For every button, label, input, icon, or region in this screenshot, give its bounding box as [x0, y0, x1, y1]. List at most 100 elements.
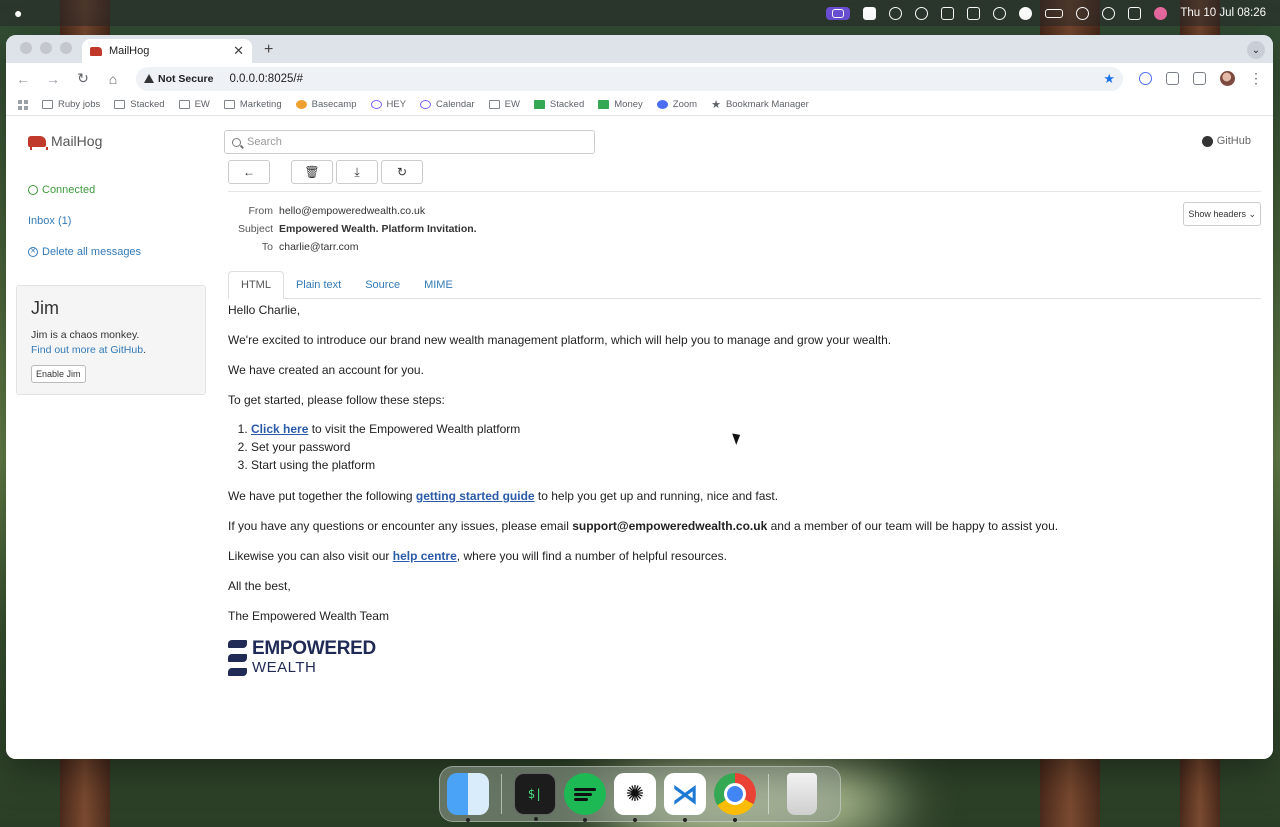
bookmark-stacked-2[interactable]: Stacked [533, 99, 585, 110]
menu-clock[interactable]: Thu 10 Jul 08:26 [1180, 7, 1266, 19]
logo-wordmark: EMPOWERED WEALTH [252, 639, 376, 677]
show-headers-button[interactable]: Show headers ⌄ [1183, 202, 1261, 226]
connection-status: Connected [16, 174, 206, 205]
search-input[interactable]: Search [224, 130, 595, 154]
jim-github-link[interactable]: Find out more at GitHub [31, 344, 143, 356]
vscode-app-icon[interactable]: ⋊ [664, 773, 706, 822]
bookmark-label: Stacked [130, 99, 165, 110]
extension-tool-icon[interactable] [1166, 72, 1179, 85]
extensions-puzzle-icon[interactable] [1193, 72, 1206, 85]
tab-strip: MailHog ✕ + ⌄ [6, 35, 1273, 63]
terminal-app-icon[interactable]: $| [514, 773, 556, 821]
basecamp-icon [295, 100, 307, 109]
tab-mime[interactable]: MIME [412, 271, 465, 298]
bookmark-label: Basecamp [311, 99, 357, 110]
settings-gear-icon[interactable] [915, 6, 929, 20]
siri-icon[interactable] [1154, 6, 1168, 20]
tab-html[interactable]: HTML [228, 271, 284, 299]
chrome-app-icon[interactable] [714, 773, 756, 822]
getting-started-guide-link[interactable]: getting started guide [416, 489, 535, 503]
help-centre-link[interactable]: help centre [393, 549, 457, 563]
close-tab-icon[interactable]: ✕ [233, 43, 244, 59]
browser-menu-icon[interactable]: ⋮ [1249, 70, 1263, 87]
security-indicator[interactable]: Not Secure [144, 73, 213, 85]
home-icon[interactable]: ⌂ [106, 71, 120, 87]
click-here-link[interactable]: Click here [251, 422, 308, 436]
finder-app-icon[interactable] [447, 773, 489, 822]
step1-text: to visit the Empowered Wealth platform [308, 422, 521, 436]
app-status-icon[interactable] [863, 6, 877, 20]
enable-jim-button[interactable]: Enable Jim [31, 365, 86, 383]
wifi-icon[interactable] [1076, 6, 1090, 20]
window-controls [6, 42, 82, 63]
bookmark-money[interactable]: Money [598, 99, 643, 110]
email-signoff: All the best, [228, 579, 291, 593]
new-tab-button[interactable]: + [252, 41, 285, 63]
back-button[interactable]: ← [228, 160, 270, 184]
apps-grid-icon[interactable] [18, 99, 28, 110]
empowered-wealth-logo: EMPOWERED WEALTH [228, 639, 1261, 677]
spotify-app-icon[interactable] [564, 773, 606, 822]
search-icon[interactable] [1102, 6, 1116, 20]
dock: $| ✺ ⋊ [439, 766, 841, 822]
dock-separator [768, 774, 769, 814]
jim-panel: Jim Jim is a chaos monkey. Find out more… [16, 285, 206, 395]
minimize-window-button[interactable] [40, 42, 52, 54]
bookmark-marketing[interactable]: Marketing [223, 99, 282, 110]
bookmark-basecamp[interactable]: Basecamp [295, 99, 357, 110]
brand-name: MailHog [51, 133, 103, 149]
message-view: ← 🗑 ⤓ ↻ From hello@empoweredwealth.co.uk… [228, 160, 1261, 677]
maximize-window-button[interactable] [60, 42, 72, 54]
forward-arrow-icon[interactable]: → [46, 71, 60, 87]
tab-plain-text[interactable]: Plain text [284, 271, 353, 298]
release-button[interactable]: ↻ [381, 160, 423, 184]
tab-search-icon[interactable]: ⌄ [1247, 41, 1265, 59]
screen-recording-icon[interactable] [826, 6, 851, 20]
bookmark-calendar[interactable]: Calendar [420, 99, 475, 110]
support-email: support@empoweredwealth.co.uk [572, 519, 768, 533]
bookmark-ew[interactable]: EW [178, 99, 210, 110]
trash-icon[interactable] [787, 773, 817, 815]
download-button[interactable]: ⤓ [336, 160, 378, 184]
stacked-icon[interactable] [941, 6, 955, 20]
chatgpt-app-icon[interactable]: ✺ [614, 773, 656, 822]
bookmark-manager[interactable]: ★ Bookmark Manager [711, 98, 809, 111]
tab-source[interactable]: Source [353, 271, 412, 298]
github-link[interactable]: GitHub [1201, 135, 1251, 147]
bookmark-hey[interactable]: HEY [370, 99, 406, 110]
extension-password-icon[interactable] [1139, 72, 1152, 85]
mailhog-brand[interactable]: MailHog [28, 133, 103, 150]
play-icon[interactable] [993, 6, 1007, 20]
bookmark-ew-2[interactable]: EW [488, 99, 520, 110]
bookmark-ruby-jobs[interactable]: Ruby jobs [42, 99, 100, 110]
battery-icon[interactable] [1045, 8, 1064, 18]
reload-icon[interactable]: ↻ [76, 70, 90, 87]
bookmark-stacked[interactable]: Stacked [114, 99, 165, 110]
guide-post: to help you get up and running, nice and… [534, 489, 779, 503]
apple-menu-icon[interactable]: ● [14, 5, 30, 21]
from-row: From hello@empoweredwealth.co.uk [228, 202, 1261, 220]
list-item: Start using the platform [251, 456, 1261, 474]
bookmark-zoom[interactable]: Zoom [656, 99, 697, 110]
inbox-label: Inbox (1) [28, 214, 72, 227]
delete-message-button[interactable]: 🗑 [291, 160, 333, 184]
url-text[interactable]: 0.0.0.0:8025/# [229, 73, 303, 85]
password-manager-icon[interactable] [889, 6, 903, 20]
delete-all-messages-link[interactable]: ✕ Delete all messages [16, 236, 206, 267]
bookmark-star-icon[interactable]: ★ [1103, 71, 1115, 87]
email-steps-intro: To get started, please follow these step… [228, 393, 445, 407]
profile-avatar-icon[interactable] [1220, 71, 1235, 86]
connected-label: Connected [42, 183, 96, 196]
extensions-area: ⋮ [1139, 70, 1263, 87]
moon-icon[interactable] [1019, 6, 1033, 20]
inbox-link[interactable]: Inbox (1) [16, 205, 206, 236]
close-window-button[interactable] [20, 42, 32, 54]
butterfly-icon[interactable] [967, 6, 981, 20]
browser-tab-mailhog[interactable]: MailHog ✕ [82, 39, 252, 63]
address-bar[interactable]: Not Secure 0.0.0.0:8025/# ★ [136, 66, 1123, 91]
back-arrow-icon[interactable]: ← [16, 71, 30, 87]
control-center-icon[interactable] [1128, 6, 1142, 20]
bookmark-label: Stacked [549, 99, 585, 110]
ew-logo-mark-icon [228, 639, 247, 677]
mailhog-header: MailHog Search GitHub [6, 124, 1273, 160]
